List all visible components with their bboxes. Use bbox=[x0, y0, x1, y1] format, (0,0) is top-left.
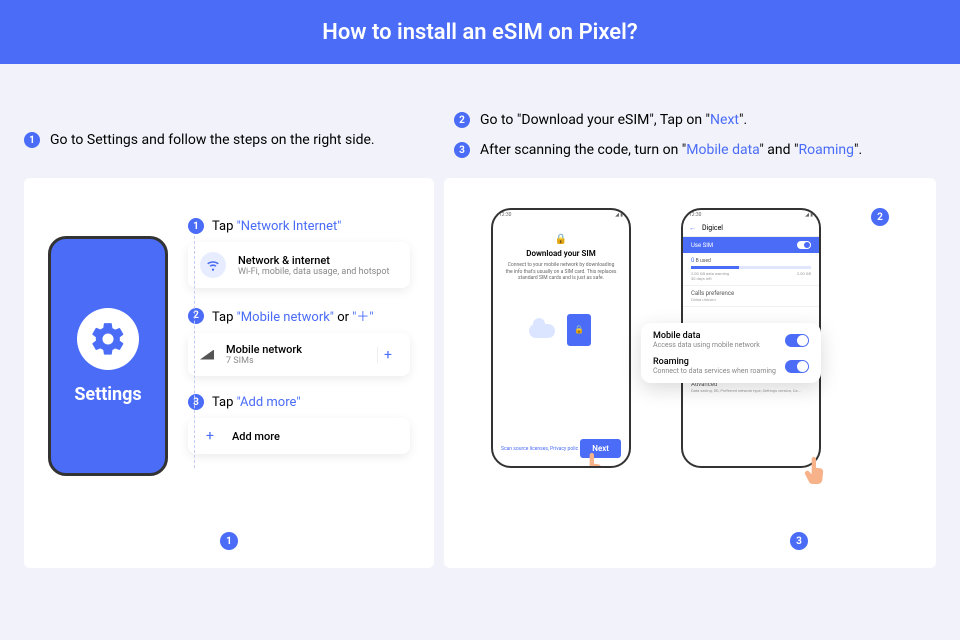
card-mobile-network[interactable]: Mobile network 7 SIMs + bbox=[188, 333, 410, 376]
intro-left: 1 Go to Settings and follow the steps on… bbox=[24, 84, 434, 158]
page-title: How to install an eSIM on Pixel? bbox=[322, 20, 637, 45]
statusbar: 12:30◢ ▮ bbox=[683, 210, 819, 220]
header: How to install an eSIM on Pixel? bbox=[0, 0, 960, 64]
card-title: Network & internet bbox=[238, 254, 389, 267]
intro-step-1: 1 Go to Settings and follow the steps on… bbox=[24, 132, 375, 148]
content: 1 Go to Settings and follow the steps on… bbox=[0, 64, 960, 568]
ministep-3: 3 Tap "Add more" + Add more bbox=[188, 394, 410, 454]
screen-header: ← Digicel bbox=[683, 220, 819, 237]
toggle-icon[interactable] bbox=[797, 241, 811, 249]
data-usage: 0 B used 2.00 GB data warning2.00 GB 30 … bbox=[683, 253, 819, 286]
card-title: Add more bbox=[232, 430, 280, 443]
panel-number: 1 bbox=[220, 532, 238, 550]
download-title: Download your SIM bbox=[501, 249, 621, 258]
card-add-more[interactable]: + Add more bbox=[188, 418, 410, 454]
wifi-icon bbox=[200, 252, 226, 278]
statusbar: 12:30◢ ▮ bbox=[493, 210, 629, 220]
toggle-icon[interactable] bbox=[785, 334, 809, 347]
intro-step-2: 2 Go to "Download your eSIM", Tap on "Ne… bbox=[454, 112, 936, 128]
step-badge: 1 bbox=[188, 218, 204, 234]
ministep-1: 1 Tap "Network Internet" Network & inter… bbox=[188, 218, 410, 288]
settings-label: Settings bbox=[74, 384, 141, 405]
card-network-internet[interactable]: Network & internet Wi-Fi, mobile, data u… bbox=[188, 242, 410, 288]
back-icon[interactable]: ← bbox=[689, 224, 696, 232]
panels-row: Settings 1 Tap "Network Internet" Networ… bbox=[24, 178, 936, 568]
sim-illustration: 🔒 bbox=[501, 310, 621, 356]
download-desc: Connect to your mobile network by downlo… bbox=[501, 262, 621, 282]
usage-bar bbox=[691, 266, 811, 269]
intro-text: Go to Settings and follow the steps on t… bbox=[50, 132, 375, 148]
overlay-toggles: Mobile data Access data using mobile net… bbox=[641, 323, 821, 383]
phone-mock-digicel-wrap: 12:30◢ ▮ ← Digicel Use SIM 0 B used 2.00… bbox=[681, 208, 821, 468]
use-sim-row[interactable]: Use SIM bbox=[683, 237, 819, 253]
plus-icon[interactable]: + bbox=[377, 347, 398, 363]
mobile-data-row[interactable]: Mobile data Access data using mobile net… bbox=[653, 331, 809, 349]
card-subtitle: Wi-Fi, mobile, data usage, and hotspot bbox=[238, 267, 389, 277]
steps-column: 1 Tap "Network Internet" Network & inter… bbox=[188, 218, 410, 548]
step-badge: 3 bbox=[454, 142, 470, 158]
gear-icon bbox=[77, 308, 139, 370]
pointer-hand-icon bbox=[581, 450, 607, 468]
plus-icon: + bbox=[200, 428, 220, 444]
intro-right: 2 Go to "Download your eSIM", Tap on "Ne… bbox=[454, 84, 936, 158]
phone-mock-settings: Settings bbox=[48, 236, 168, 476]
step-badge: 3 bbox=[188, 394, 204, 410]
calls-pref[interactable]: Calls preference China Unicom bbox=[683, 286, 819, 307]
signal-icon bbox=[200, 350, 214, 360]
toggle-icon[interactable] bbox=[785, 360, 809, 373]
highlight-roaming: Roaming bbox=[798, 142, 854, 158]
step-badge: 2 bbox=[454, 112, 470, 128]
card-title: Mobile network bbox=[226, 343, 302, 356]
intro-step-3: 3 After scanning the code, turn on "Mobi… bbox=[454, 142, 936, 158]
roaming-row[interactable]: Roaming Connect to data services when ro… bbox=[653, 357, 809, 375]
panel-footer: 1 bbox=[24, 532, 434, 550]
panel-number: 2 bbox=[871, 208, 889, 226]
intro-text: After scanning the code, turn on "Mobile… bbox=[480, 142, 862, 158]
highlight-next: Next bbox=[710, 112, 739, 128]
cloud-icon bbox=[529, 324, 555, 338]
dashed-connector bbox=[194, 236, 195, 468]
panel-number: 3 bbox=[790, 532, 808, 550]
intro-text: Go to "Download your eSIM", Tap on "Next… bbox=[480, 112, 747, 128]
sim-icon: 🔒 bbox=[567, 314, 591, 346]
pointer-hand-icon bbox=[803, 454, 829, 488]
highlight-mobiledata: Mobile data bbox=[686, 142, 759, 158]
carrier-name: Digicel bbox=[702, 224, 723, 232]
step-badge: 1 bbox=[24, 132, 40, 148]
lock-icon: 🔒 bbox=[501, 234, 621, 245]
phone-mock-download: 12:30◢ ▮ 🔒 Download your SIM Connect to … bbox=[491, 208, 631, 468]
ministep-2: 2 Tap "Mobile network" or "＋" Mobile net… bbox=[188, 306, 410, 376]
panel-phone-screens: 12:30◢ ▮ 🔒 Download your SIM Connect to … bbox=[444, 178, 936, 568]
legal-links[interactable]: Scan source licenses, Privacy polic bbox=[501, 446, 578, 452]
step-badge: 2 bbox=[188, 308, 204, 324]
panel-settings-steps: Settings 1 Tap "Network Internet" Networ… bbox=[24, 178, 434, 568]
intro-row: 1 Go to Settings and follow the steps on… bbox=[24, 84, 936, 158]
card-subtitle: 7 SIMs bbox=[226, 356, 302, 366]
